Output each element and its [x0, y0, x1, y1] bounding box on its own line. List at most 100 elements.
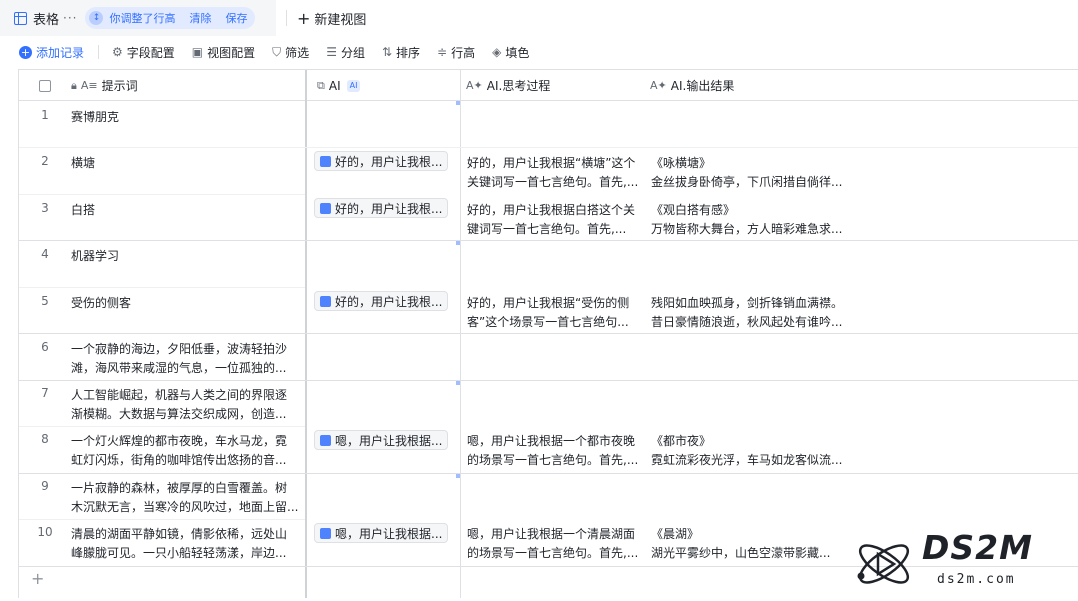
sort-label: 排序	[396, 45, 421, 60]
filter-icon: ⛉	[272, 44, 282, 59]
column-title-think: AI.思考过程	[486, 79, 551, 93]
group-label: 分组	[340, 45, 365, 60]
data-grid: 🔒︎ A≡ 提示词 ⧉ AI AI A✦ AI.思考过程 A✦ AI.输出结果 …	[18, 69, 1078, 598]
ai-field-icon: ⧉	[317, 78, 325, 92]
plus-icon: +	[297, 8, 311, 28]
row-number: 9	[41, 479, 49, 493]
atom-logo-icon	[857, 544, 910, 584]
add-record-label: 添加记录	[36, 45, 85, 60]
row-divider	[19, 240, 1078, 241]
toolbar-divider	[98, 45, 100, 59]
group-corner-marker	[456, 381, 460, 385]
new-view-label: 新建视图	[314, 12, 367, 28]
column-title-prompt: 提示词	[101, 79, 138, 93]
column-title-output: AI.输出结果	[670, 79, 735, 93]
prompt-cell[interactable]: 赛博朋克	[71, 108, 303, 127]
ai-result-chip[interactable]: 嗯，用户让我根据...	[314, 523, 448, 543]
row-divider	[19, 147, 1078, 148]
column-header-prompt[interactable]: 🔒︎ A≡ 提示词	[71, 70, 305, 101]
row-divider	[19, 473, 1078, 474]
chip-save-button[interactable]: 保存	[225, 10, 247, 26]
ai-doc-icon	[320, 527, 331, 539]
watermark-url: ds2m.com	[937, 572, 1016, 587]
row-number: 6	[41, 340, 49, 354]
watermark-brand: DS2M	[922, 528, 1033, 567]
row-divider	[19, 287, 305, 288]
prompt-cell[interactable]: 受伤的侧客	[71, 294, 303, 313]
text-field-icon: A≡	[80, 79, 98, 92]
prompt-cell[interactable]: 一个灯火辉煌的都市夜晚，车水马龙，霓 虹灯闪烁，街角的咖啡馆传出悠扬的音...	[71, 432, 303, 470]
ai-doc-icon	[320, 155, 331, 167]
row-height-button[interactable]: ≑ 行高	[437, 44, 475, 61]
add-record-button[interactable]: + 添加记录	[19, 44, 84, 61]
column-title-ai: AI	[328, 78, 341, 93]
think-cell[interactable]: 嗯，用户让我根据一个都市夜晚 的场景写一首七言绝句。首先,...	[467, 432, 643, 470]
add-circle-icon: +	[19, 45, 32, 59]
grid-header: 🔒︎ A≡ 提示词 ⧉ AI AI A✦ AI.思考过程 A✦ AI.输出结果	[19, 70, 1078, 101]
think-cell[interactable]: 好的，用户让我根据“横塘”这个 关键词写一首七言绝句。首先,...	[467, 154, 643, 192]
filter-button[interactable]: ⛉ 筛选	[272, 44, 309, 61]
ai-result-chip[interactable]: 好的，用户让我根...	[314, 198, 448, 218]
toolbar: + 添加记录 ⚙ 字段配置 ▣ 视图配置 ⛉ 筛选 ☰ 分组 ⇅ 排序 ≑ 行高…	[0, 40, 546, 64]
prompt-cell[interactable]: 一个寂静的海边，夕阳低垂，波涛轻拍沙 滩，海风带来咸湿的气息，一位孤独的...	[71, 340, 303, 378]
sort-icon: ⇅	[381, 45, 393, 59]
tab-divider	[286, 10, 287, 26]
group-corner-marker	[456, 474, 460, 478]
row-number: 8	[41, 432, 49, 446]
new-view-button[interactable]: + 新建视图	[297, 9, 366, 28]
ai-doc-icon	[320, 202, 331, 214]
add-row-button[interactable]: +	[31, 569, 44, 588]
row-divider	[19, 333, 1078, 334]
row-height-icon: ↕	[89, 11, 104, 25]
row-number: 4	[41, 247, 49, 261]
view-tab-table[interactable]: 表格 ··· ↕ 你调整了行高 清除 保存	[0, 0, 276, 36]
field-config-label: 字段配置	[126, 45, 175, 60]
fill-color-label: 填色	[505, 45, 530, 60]
think-cell[interactable]: 好的，用户让我根据“受伤的侧 客”这个场景写一首七言绝句...	[467, 294, 643, 332]
column-header-ai[interactable]: ⧉ AI AI	[305, 70, 460, 101]
row-number: 7	[41, 386, 49, 400]
paint-bucket-icon: ◈	[492, 45, 502, 59]
row-height-icon: ≑	[437, 45, 448, 59]
ai-result-chip[interactable]: 嗯，用户让我根据...	[314, 430, 448, 450]
row-divider	[19, 426, 305, 427]
output-cell[interactable]: 《观白搭有感》 万物皆称大舞台，方人暗彩难急求...	[651, 201, 863, 239]
view-config-button[interactable]: ▣ 视图配置	[192, 44, 255, 61]
think-cell[interactable]: 嗯，用户让我根据一个清晨湖面 的场景写一首七言绝句。首先,...	[467, 525, 643, 563]
row-divider	[19, 194, 305, 195]
ai-result-chip[interactable]: 好的，用户让我根...	[314, 151, 448, 171]
prompt-cell[interactable]: 清晨的湖面平静如镜，倩影依稀，远处山 峰朦胧可见。一只小船轻轻荡漾，岸边...	[71, 525, 303, 563]
column-header-output[interactable]: A✦ AI.输出结果	[644, 70, 864, 101]
fill-color-button[interactable]: ◈ 填色	[492, 44, 529, 61]
prompt-cell[interactable]: 人工智能崛起，机器与人类之间的界限逐 渐模糊。大数据与算法交织成网，创造...	[71, 386, 303, 424]
select-all-cell[interactable]	[19, 70, 71, 101]
output-cell[interactable]: 《晨湖》 湖光平雾纱中，山色空濛带影藏...	[651, 525, 863, 563]
think-cell[interactable]: 好的，用户让我根据白搭这个关 键词写一首七言绝句。首先,...	[467, 201, 643, 239]
prompt-cell[interactable]: 白搭	[71, 201, 303, 220]
group-corner-marker	[456, 101, 460, 105]
filter-label: 筛选	[285, 45, 310, 60]
ai-doc-icon	[320, 295, 331, 307]
lock-icon: 🔒︎	[71, 78, 77, 92]
output-cell[interactable]: 《咏横塘》 金丝拔身卧倚亭，下爪闲措自倘徉...	[651, 154, 863, 192]
ai-text-field-icon: A✦	[466, 79, 483, 92]
prompt-cell[interactable]: 机器学习	[71, 247, 303, 266]
row-height-label: 行高	[451, 45, 476, 60]
prompt-cell[interactable]: 横塘	[71, 154, 303, 173]
output-cell[interactable]: 《都市夜》 霓虹流彩夜光浮，车马如龙客似流...	[651, 432, 863, 470]
prompt-cell[interactable]: 一片寂静的森林，被厚厚的白雪覆盖。树 木沉默无言，当寒冷的风吹过，地面上留...	[71, 479, 303, 517]
more-icon[interactable]: ···	[63, 11, 77, 25]
output-cell[interactable]: 残阳如血映孤身，剑折锋销血满襟。 昔日豪情随浪逝，秋风起处有谁吟...	[651, 294, 863, 332]
chip-clear-button[interactable]: 清除	[189, 10, 211, 26]
field-config-button[interactable]: ⚙ 字段配置	[112, 44, 175, 61]
ai-result-chip[interactable]: 好的，用户让我根...	[314, 291, 448, 311]
ai-doc-icon	[320, 434, 331, 446]
column-header-think[interactable]: A✦ AI.思考过程	[460, 70, 644, 101]
ds2m-watermark: DS2M ds2m.com	[852, 528, 1072, 598]
select-all-checkbox[interactable]	[39, 79, 51, 92]
ai-badge: AI	[346, 79, 361, 92]
view-name: 表格	[33, 12, 60, 28]
group-button[interactable]: ☰ 分组	[326, 44, 365, 61]
group-icon: ☰	[326, 45, 337, 59]
sort-button[interactable]: ⇅ 排序	[382, 44, 420, 61]
